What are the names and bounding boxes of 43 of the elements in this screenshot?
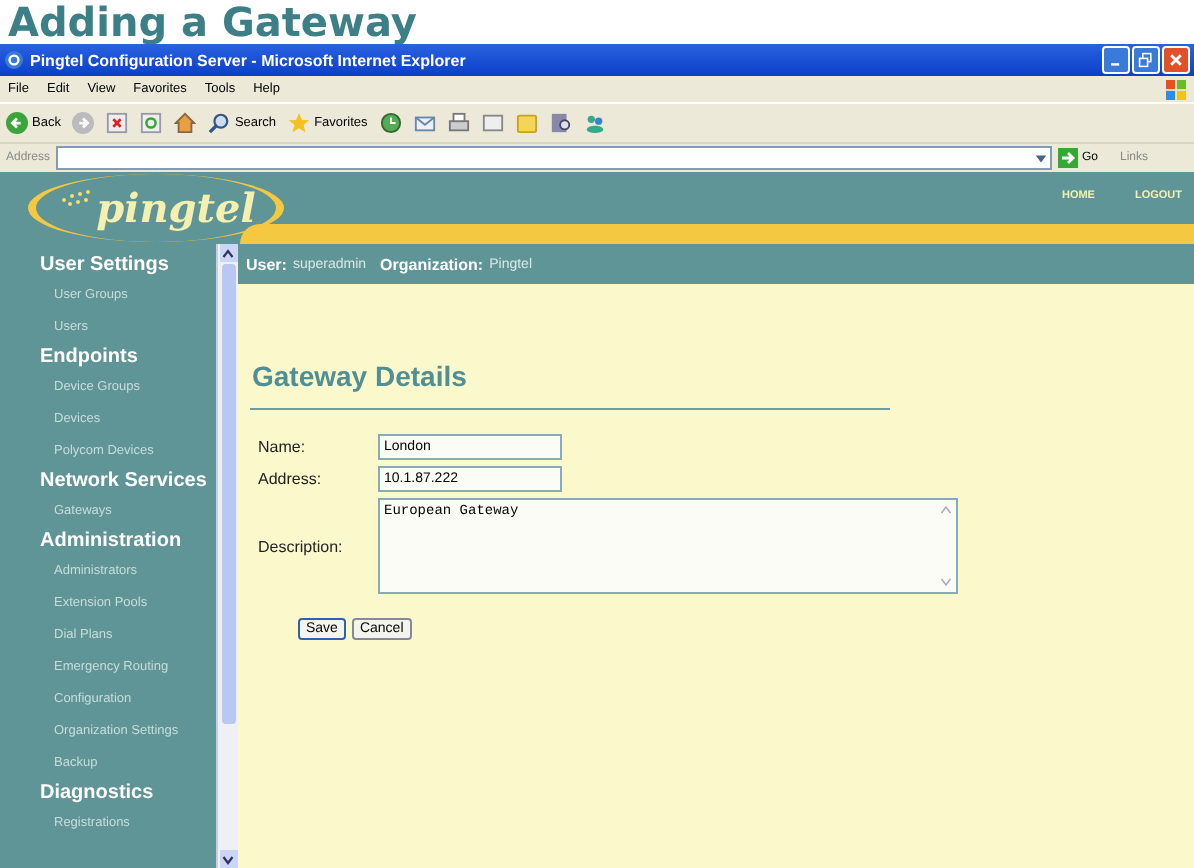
scroll-down-icon xyxy=(222,853,234,865)
scrollbar[interactable] xyxy=(216,244,238,868)
sidebar-section-title: Network Services xyxy=(38,468,209,496)
browser-icon xyxy=(4,50,24,70)
page-heading: Adding a Gateway xyxy=(6,0,419,44)
scroll-up-button[interactable] xyxy=(219,244,237,262)
user-label: User: xyxy=(246,255,287,273)
printer-icon[interactable] xyxy=(447,112,470,134)
form-title: Gateway Details xyxy=(250,360,469,392)
scroll-up-icon[interactable] xyxy=(940,504,952,516)
history-icon[interactable] xyxy=(379,112,402,134)
go-arrow-icon xyxy=(1057,148,1078,168)
folder-icon[interactable] xyxy=(515,112,538,134)
scroll-up-icon xyxy=(222,247,234,259)
sidebar-section-title: User Settings xyxy=(38,252,171,280)
messenger-icon[interactable] xyxy=(583,112,606,134)
home-icon[interactable] xyxy=(174,112,197,134)
field-label: Address: xyxy=(258,470,324,488)
mail-icon[interactable] xyxy=(413,112,436,134)
dropdown-icon[interactable] xyxy=(1033,151,1048,165)
window-title: Pingtel Configuration Server - Microsoft Internet Explorer xyxy=(30,51,466,69)
refresh-icon[interactable] xyxy=(140,112,163,134)
restore-icon xyxy=(1138,52,1154,68)
scroll-thumb[interactable] xyxy=(221,264,235,724)
back-arrow-icon xyxy=(6,112,28,134)
sidebar-section-title: Diagnostics xyxy=(38,780,156,808)
sidebar-section-title: Administration xyxy=(38,528,184,556)
sidebar-section-title: Endpoints xyxy=(38,344,140,372)
stop-icon[interactable] xyxy=(106,112,129,134)
close-button[interactable] xyxy=(1162,46,1190,74)
minimize-button[interactable] xyxy=(1102,46,1130,74)
field-label: Description: xyxy=(258,537,345,555)
close-icon xyxy=(1168,52,1184,68)
star-icon xyxy=(288,112,311,134)
edit-icon[interactable] xyxy=(481,112,504,134)
windows-logo-icon xyxy=(1166,79,1186,99)
address-field[interactable] xyxy=(56,146,1052,170)
organization-label: Organization: xyxy=(380,255,484,273)
scroll-down-icon[interactable] xyxy=(940,576,952,588)
scroll-down-button[interactable] xyxy=(219,850,237,868)
field-label: Name: xyxy=(258,438,308,456)
search-icon xyxy=(208,112,231,134)
restore-button[interactable] xyxy=(1132,46,1160,74)
